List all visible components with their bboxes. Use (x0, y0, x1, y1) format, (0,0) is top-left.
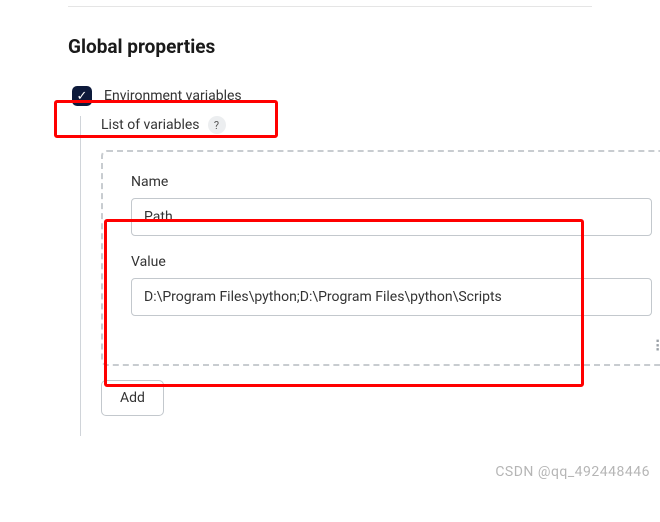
name-input[interactable] (131, 198, 652, 236)
add-button[interactable]: Add (101, 380, 164, 416)
help-icon[interactable]: ? (208, 116, 226, 134)
section-title: Global properties (68, 35, 660, 58)
name-label: Name (131, 174, 652, 190)
watermark-text: CSDN @qq_492448446 (495, 464, 650, 480)
value-label: Value (131, 254, 652, 270)
list-label-row: List of variables ? (101, 116, 660, 134)
value-input[interactable] (131, 278, 652, 316)
name-field-group: Name (131, 174, 652, 236)
env-vars-checkbox[interactable]: ✓ (72, 86, 92, 106)
check-icon: ✓ (77, 90, 88, 103)
variables-subsection: List of variables ? Name Value ⠿ Add (80, 116, 660, 436)
variable-entry-panel: Name Value ⠿ (101, 150, 660, 366)
value-field-group: Value (131, 254, 652, 316)
list-of-variables-label: List of variables (101, 117, 200, 133)
drag-handle-icon[interactable]: ⠿ (650, 336, 660, 356)
env-vars-label: Environment variables (104, 88, 242, 104)
env-vars-checkbox-row[interactable]: ✓ Environment variables (68, 82, 250, 110)
global-properties-section: Global properties ✓ Environment variable… (0, 7, 660, 436)
